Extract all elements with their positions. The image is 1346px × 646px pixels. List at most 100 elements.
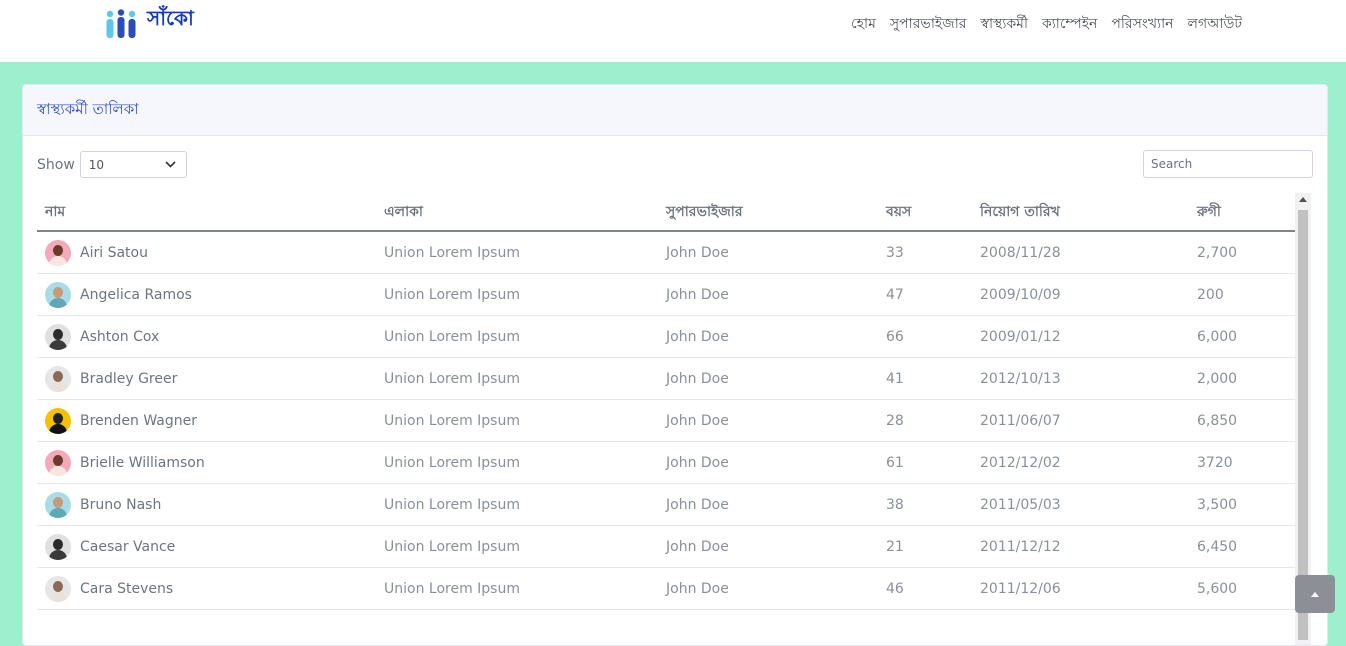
cell-supervisor: John Doe xyxy=(658,273,878,316)
worker-name: Bruno Nash xyxy=(80,496,162,513)
cell-name: Bradley Greer xyxy=(37,357,376,400)
nav-health-worker[interactable]: স্বাস্থ্যকর্মী xyxy=(980,12,1027,36)
cell-patients: 200 xyxy=(1189,273,1295,316)
avatar xyxy=(45,281,71,308)
cell-name: Cara Stevens xyxy=(37,567,376,610)
cell-age: 66 xyxy=(878,315,972,358)
top-navbar: সাঁকো হোম সুপারভাইজার স্বাস্থ্যকর্মী ক্য… xyxy=(0,0,1346,62)
scroll-up-arrow-icon[interactable] xyxy=(1299,197,1307,202)
table-row[interactable]: Brielle Williamson Union Lorem Ipsum Joh… xyxy=(37,441,1295,484)
column-header-name[interactable]: নাম xyxy=(37,193,376,232)
cell-name: Brenden Wagner xyxy=(37,399,376,442)
nav-home[interactable]: হোম xyxy=(851,12,876,36)
cell-date: 2011/05/03 xyxy=(972,483,1189,526)
page-length-select[interactable]: 10 xyxy=(79,151,187,178)
column-header-supervisor[interactable]: সুপারভাইজার xyxy=(658,193,878,232)
cell-area: Union Lorem Ipsum xyxy=(376,231,658,274)
cell-supervisor: John Doe xyxy=(658,357,878,400)
table-row[interactable]: Cara Stevens Union Lorem Ipsum John Doe … xyxy=(37,567,1295,610)
worker-name: Angelica Ramos xyxy=(80,286,192,303)
table-row[interactable]: Angelica Ramos Union Lorem Ipsum John Do… xyxy=(37,273,1295,316)
nav-logout[interactable]: লগআউট xyxy=(1188,12,1242,36)
column-header-area[interactable]: এলাকা xyxy=(376,193,658,232)
table-row[interactable]: Bruno Nash Union Lorem Ipsum John Doe 38… xyxy=(37,483,1295,526)
cell-name: Caesar Vance xyxy=(37,525,376,568)
cell-supervisor: John Doe xyxy=(658,399,878,442)
cell-age: 41 xyxy=(878,357,972,400)
cell-patients: 2,700 xyxy=(1189,231,1295,274)
back-to-top-button[interactable] xyxy=(1295,575,1335,613)
cell-patients: 5,600 xyxy=(1189,567,1295,610)
table-row[interactable]: Brenden Wagner Union Lorem Ipsum John Do… xyxy=(37,399,1295,442)
worker-name: Caesar Vance xyxy=(80,538,176,555)
cell-age: 28 xyxy=(878,399,972,442)
cell-name: Angelica Ramos xyxy=(37,273,376,316)
chevron-down-icon xyxy=(165,161,176,168)
cell-patients: 3720 xyxy=(1189,441,1295,484)
cell-supervisor: John Doe xyxy=(658,483,878,526)
nav-statistics[interactable]: পরিসংখ্যান xyxy=(1111,12,1173,36)
main-nav: হোম সুপারভাইজার স্বাস্থ্যকর্মী ক্যাম্পেই… xyxy=(851,12,1242,36)
cell-name: Brielle Williamson xyxy=(37,441,376,484)
health-worker-card: স্বাস্থ্যকর্মী তালিকা Show 10 নাম এলাকা … xyxy=(22,84,1328,646)
cell-supervisor: John Doe xyxy=(658,525,878,568)
cell-date: 2009/10/09 xyxy=(972,273,1189,316)
page-length-value: 10 xyxy=(88,157,105,172)
cell-age: 33 xyxy=(878,231,972,274)
card-title: স্বাস্থ্যকর্মী তালিকা xyxy=(37,99,139,118)
table-row[interactable]: Ashton Cox Union Lorem Ipsum John Doe 66… xyxy=(37,315,1295,358)
cell-patients: 6,850 xyxy=(1189,399,1295,442)
cell-area: Union Lorem Ipsum xyxy=(376,273,658,316)
cell-area: Union Lorem Ipsum xyxy=(376,399,658,442)
cell-date: 2011/12/06 xyxy=(972,567,1189,610)
avatar xyxy=(45,491,71,518)
avatar xyxy=(45,407,71,434)
search-input[interactable] xyxy=(1143,150,1313,178)
cell-area: Union Lorem Ipsum xyxy=(376,567,658,610)
table-body: Airi Satou Union Lorem Ipsum John Doe 33… xyxy=(37,231,1295,610)
cell-supervisor: John Doe xyxy=(658,441,878,484)
cell-date: 2009/01/12 xyxy=(972,315,1189,358)
avatar xyxy=(45,533,71,560)
cell-name: Ashton Cox xyxy=(37,315,376,358)
brand[interactable]: সাঁকো xyxy=(104,6,194,40)
cell-age: 46 xyxy=(878,567,972,610)
show-label: Show xyxy=(37,156,75,173)
avatar xyxy=(45,449,71,476)
table-row[interactable]: Airi Satou Union Lorem Ipsum John Doe 33… xyxy=(37,231,1295,274)
avatar xyxy=(45,575,71,602)
cell-patients: 3,500 xyxy=(1189,483,1295,526)
page-length-control: Show 10 xyxy=(37,151,187,178)
cell-area: Union Lorem Ipsum xyxy=(376,483,658,526)
worker-name: Brielle Williamson xyxy=(80,454,205,471)
column-header-age[interactable]: বয়স xyxy=(878,193,972,232)
cell-date: 2011/06/07 xyxy=(972,399,1189,442)
cell-patients: 6,000 xyxy=(1189,315,1295,358)
cell-area: Union Lorem Ipsum xyxy=(376,525,658,568)
table-row[interactable]: Bradley Greer Union Lorem Ipsum John Doe… xyxy=(37,357,1295,400)
table-header-row: নাম এলাকা সুপারভাইজার বয়স নিয়োগ তারিখ … xyxy=(37,193,1295,232)
cell-age: 21 xyxy=(878,525,972,568)
cell-area: Union Lorem Ipsum xyxy=(376,315,658,358)
brand-name: সাঁকো xyxy=(147,5,194,30)
cell-date: 2012/10/13 xyxy=(972,357,1189,400)
column-header-date[interactable]: নিয়োগ তারিখ xyxy=(972,193,1189,232)
cell-age: 38 xyxy=(878,483,972,526)
cell-date: 2008/11/28 xyxy=(972,231,1189,274)
nav-supervisor[interactable]: সুপারভাইজার xyxy=(890,12,967,36)
worker-name: Airi Satou xyxy=(80,244,148,261)
table-row[interactable]: Caesar Vance Union Lorem Ipsum John Doe … xyxy=(37,525,1295,568)
cell-date: 2012/12/02 xyxy=(972,441,1189,484)
avatar xyxy=(45,239,71,266)
cell-area: Union Lorem Ipsum xyxy=(376,357,658,400)
worker-name: Cara Stevens xyxy=(80,580,174,597)
column-header-patients[interactable]: রুগী xyxy=(1189,193,1295,232)
table-container: নাম এলাকা সুপারভাইজার বয়স নিয়োগ তারিখ … xyxy=(37,193,1295,610)
cell-patients: 2,000 xyxy=(1189,357,1295,400)
health-worker-table: নাম এলাকা সুপারভাইজার বয়স নিয়োগ তারিখ … xyxy=(37,193,1295,610)
nav-campaign[interactable]: ক্যাম্পেইন xyxy=(1042,12,1097,36)
cell-supervisor: John Doe xyxy=(658,231,878,274)
cell-date: 2011/12/12 xyxy=(972,525,1189,568)
cell-supervisor: John Doe xyxy=(658,315,878,358)
cell-supervisor: John Doe xyxy=(658,567,878,610)
